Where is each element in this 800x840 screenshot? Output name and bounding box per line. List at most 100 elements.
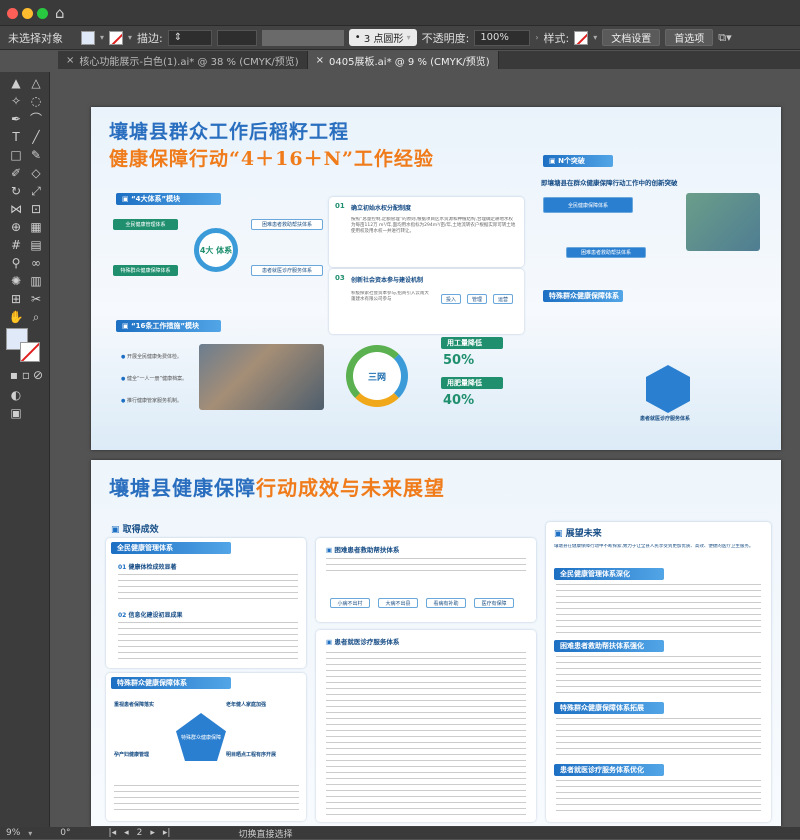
chevron-right-icon[interactable]: › — [535, 33, 538, 42]
mid2-title: ▣ 患者就医诊疗服务体系 — [326, 636, 399, 646]
special-center-pentagon: 特殊群众健康保障 — [176, 713, 226, 761]
artboard-1[interactable]: 壤塘县群众工作后稻籽工程 健康保障行动“4＋16＋N”工作经验 ▣ “4大体系”… — [91, 107, 781, 450]
board2-title-blue: 壤塘县健康保障 — [109, 476, 256, 500]
first-artboard-icon[interactable]: |◂ — [109, 828, 117, 838]
paintbrush-icon[interactable]: ✎ — [28, 148, 44, 162]
bullet-icon: ● — [121, 398, 126, 404]
left-section-title: ▣ 取得成效 — [111, 522, 159, 535]
fill-swatch[interactable] — [81, 30, 95, 45]
free-transform-icon[interactable]: ⊡ — [28, 202, 44, 216]
shaper-tool-icon[interactable]: ✐ — [8, 166, 24, 180]
tab-document-1[interactable]: × 核心功能展示-白色(1).ai* @ 38 % (CMYK/预览) — [58, 51, 308, 69]
none-mode-icon[interactable]: ⊘ — [30, 368, 46, 382]
chevron-down-icon[interactable]: ▾ — [128, 33, 132, 42]
direct-selection-tool-icon[interactable]: △ — [28, 76, 44, 90]
document-settings-button[interactable]: 文档设置 — [602, 29, 661, 46]
right-card: ▣ 展望未来 壤塘县在健康保障行动中不断探索,致力于让全县人民享受到更加优质、高… — [546, 522, 771, 822]
previous-artboard-icon[interactable]: ◂ — [124, 828, 129, 838]
mid1-card: ▣ 困难患者救助帮扶体系 小病不出村 大病不出县 看病有补助 医疗有保障 — [316, 538, 536, 622]
blend-tool-icon[interactable]: ∞ — [28, 256, 44, 270]
screen-mode-icon[interactable]: ▣ — [8, 406, 24, 420]
stat-1-value: 50% — [443, 353, 474, 368]
pen-tool-icon[interactable]: ✒ — [8, 112, 24, 126]
artboard-number[interactable]: 2 — [137, 828, 143, 838]
right-box-4: 患者就医诊疗服务体系 — [640, 416, 691, 422]
slice-tool-icon[interactable]: ✂ — [28, 292, 44, 306]
artboard-tool-icon[interactable]: ⊞ — [8, 292, 24, 306]
right-sec-4-body — [556, 780, 761, 816]
mid-tag-4: 医疗有保障 — [474, 598, 514, 608]
selection-tool-icon[interactable]: ▲ — [8, 76, 24, 90]
flow-step-2: 管理 — [467, 294, 487, 304]
eyedropper-icon[interactable]: ⚲ — [8, 256, 24, 270]
mesh-tool-icon[interactable]: # — [8, 238, 24, 252]
item-03-text: 积极探索社会资本参与,招商引入云南大蓬建水有限公司参与 — [351, 291, 429, 302]
zoom-window-button[interactable] — [37, 8, 48, 19]
type-tool-icon[interactable]: T — [8, 130, 24, 144]
system-box-4: 患者就医诊疗服务体系 — [251, 265, 323, 276]
tab-document-2[interactable]: × 0405展板.ai* @ 9 % (CMYK/预览) — [307, 51, 499, 69]
document-tabs: × 核心功能展示-白色(1).ai* @ 38 % (CMYK/预览) × 0405… — [58, 51, 800, 69]
right-header-label: N个突破 — [558, 157, 585, 165]
stroke-color-box[interactable] — [20, 342, 40, 362]
close-icon[interactable]: × — [66, 55, 74, 66]
home-icon[interactable]: ⌂ — [55, 4, 65, 22]
style-label: 样式: — [543, 31, 570, 45]
hand-tool-icon[interactable]: ✋ — [8, 310, 24, 324]
mid-tag-3: 看病有补助 — [426, 598, 466, 608]
brush-preview[interactable] — [261, 29, 344, 46]
line-tool-icon[interactable]: ╱ — [28, 130, 44, 144]
module-1-label: “4大体系”模块 — [131, 195, 181, 203]
next-artboard-icon[interactable]: ▸ — [150, 828, 155, 838]
close-icon[interactable]: × — [316, 55, 324, 66]
measure-1-text: 开展全民健康免费体检。 — [126, 354, 182, 360]
sub-01: 01 健康体检成效显著 — [118, 564, 177, 571]
rotate-tool-icon[interactable]: ↻ — [8, 184, 24, 198]
zoom-tool-icon[interactable]: ⌕ — [28, 310, 44, 324]
canvas[interactable]: 壤塘县群众工作后稻籽工程 健康保障行动“4＋16＋N”工作经验 ▣ “4大体系”… — [58, 70, 800, 827]
scale-tool-icon[interactable]: ⤢ — [28, 184, 44, 198]
chevron-down-icon[interactable]: ▾ — [100, 33, 104, 42]
column-graph-icon[interactable]: ▥ — [28, 274, 44, 288]
stroke-profile-field[interactable] — [216, 29, 257, 46]
sub-02-text: 信息化建设初显成果 — [128, 612, 183, 619]
right-sec-3: 特殊群众健康保障体系拓展 — [554, 702, 664, 714]
perspective-grid-icon[interactable]: ▦ — [28, 220, 44, 234]
artboard-2[interactable]: 壤塘县健康保障行动成效与未来展望 ▣ 取得成效 全民健康管理体系 01 健康体检… — [91, 460, 781, 826]
eraser-icon[interactable]: ◇ — [28, 166, 44, 180]
stroke-weight-field[interactable]: ⇕ — [167, 29, 212, 46]
drawing-mode-icon[interactable]: ◐ — [8, 388, 24, 402]
arrange-icon[interactable]: ⧉▾ — [718, 31, 731, 45]
zoom-level[interactable]: 9% — [6, 828, 20, 838]
book-icon: ▣ — [111, 525, 123, 535]
mid2-body — [326, 652, 526, 816]
magic-wand-icon[interactable]: ✧ — [8, 94, 24, 108]
gradient-tool-icon[interactable]: ▤ — [28, 238, 44, 252]
symbol-sprayer-icon[interactable]: ✺ — [8, 274, 24, 288]
mid-tag-1: 小病不出村 — [330, 598, 370, 608]
width-tool-icon[interactable]: ⋈ — [8, 202, 24, 216]
board2-title: 壤塘县健康保障行动成效与未来展望 — [109, 472, 445, 501]
rectangle-tool-icon[interactable]: □ — [8, 148, 24, 162]
chevron-down-icon[interactable]: ▾ — [28, 829, 32, 838]
curvature-tool-icon[interactable]: ⌒ — [28, 112, 44, 126]
last-artboard-icon[interactable]: ▸| — [163, 828, 171, 838]
system-box-2: 困难患者救助帮扶体系 — [251, 219, 323, 230]
right-sec-2-body — [556, 656, 761, 696]
brush-definition-select[interactable]: • 3 点圆形 ▾ — [348, 29, 417, 46]
stroke-swatch[interactable] — [109, 30, 124, 45]
lasso-icon[interactable]: ◌ — [28, 94, 44, 108]
right-header: ▣ N个突破 — [543, 155, 613, 167]
shape-builder-icon[interactable]: ⊕ — [8, 220, 24, 234]
stat-2-header: 用肥量降低 — [441, 377, 503, 389]
minimize-window-button[interactable] — [22, 8, 33, 19]
status-bar: 9% ▾ 0° |◂ ◂ 2 ▸ ▸| 切换直接选择 — [0, 827, 800, 840]
close-window-button[interactable] — [7, 8, 18, 19]
rotation-value[interactable]: 0° — [60, 828, 70, 838]
style-swatch[interactable] — [574, 30, 589, 45]
brush-definition-value: 3 点圆形 — [363, 34, 404, 45]
opacity-field[interactable]: 100% — [474, 29, 531, 46]
preferences-button[interactable]: 首选项 — [665, 29, 714, 46]
chevron-down-icon[interactable]: ▾ — [593, 33, 597, 42]
measure-2-text: 健全“一人一册”健康档案。 — [126, 376, 188, 382]
